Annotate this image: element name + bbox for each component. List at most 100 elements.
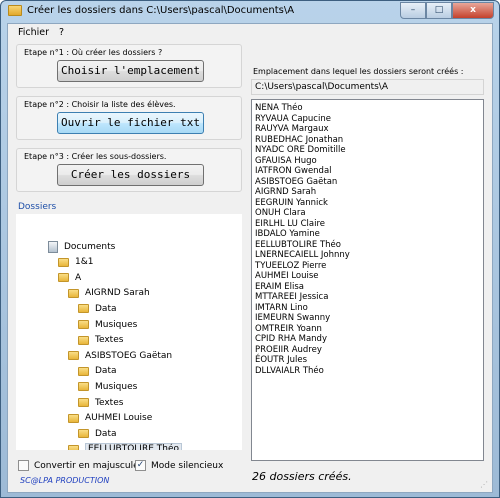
maximize-button[interactable]: □ [426,2,452,19]
tree-node[interactable]: Data [78,364,117,379]
location-path-field: C:\Users\pascal\Documents\A [251,79,484,95]
step-1-label: Etape n°1 : Où créer les dossiers ? [24,48,163,57]
documents-icon [48,240,58,253]
tree-node[interactable]: Musiques [78,379,137,394]
tree-node-label: Textes [95,397,124,408]
list-item: CPID RHA Mandy [255,334,327,344]
list-item: IBDALO Yamine [255,229,320,239]
tree-node[interactable]: Musiques [78,317,137,332]
menu-bar: Fichier ? [8,24,492,41]
list-item: NYADC ORE Domitille [255,145,346,155]
tree-node[interactable]: Data [78,301,117,316]
list-item: ÉOUTR Jules [255,355,307,365]
tree-node-label: EELLUBTOLIRE Théo [85,443,183,450]
list-item: RAUYVA Margaux [255,124,329,134]
window-controls: – □ x [400,2,494,20]
list-item: NENA Théo [255,103,303,113]
window-title: Créer les dossiers dans C:\Users\pascal\… [27,5,295,16]
list-item: PROEIIR Audrey [255,344,322,355]
folder-icon [58,273,69,283]
folder-icon [78,429,89,439]
tree-node[interactable]: Textes [78,395,123,410]
tree-node-label: 1&1 [75,257,94,268]
list-item: IEMEURN Swanny [255,313,331,323]
close-button[interactable]: x [452,2,494,19]
uppercase-checkbox-label: Convertir en majuscule [34,460,139,471]
tree-node[interactable]: ASIBSTOEG Gaëtan [68,348,172,363]
tree-node[interactable]: AUHMEI Louise [68,411,152,426]
step-3-group: Etape n°3 : Créer les sous-dossiers. Cré… [16,148,242,192]
folder-icon [78,398,89,407]
list-item: TYUEELOZ Pierre [255,260,327,271]
folder-icon [78,304,89,314]
folder-icon [68,413,79,423]
tree-node[interactable]: 1&1 [58,255,93,270]
tree-node-label: AUHMEI Louise [85,413,153,424]
menu-fichier[interactable]: Fichier [18,27,49,38]
tree-node-label: Data [95,366,117,377]
list-item: EELLUBTOLIRE Théo [255,239,341,250]
menu-help[interactable]: ? [59,27,64,38]
step-2-group: Etape n°2 : Choisir la liste des élèves.… [16,96,242,140]
list-item: EIRLHL LU Claire [255,218,325,229]
list-item: AIGRND Sarah [255,187,317,197]
tree-node-label: Documents [64,241,116,252]
resize-grip-icon[interactable]: ⋰ [480,480,490,490]
uppercase-checkbox[interactable] [18,460,29,471]
uppercase-option[interactable]: Convertir en majuscule [18,460,139,471]
list-item: ERAIM Elisa [255,281,305,292]
list-item: RUBEDHAC Jonathan [255,134,344,145]
student-list[interactable]: NENA Théo RYVAUA Capucine RAUYVA Margaux RU… [251,99,484,461]
silent-mode-checkbox-label: Mode silencieux [151,460,224,471]
tree-node-label: Musiques [95,381,138,392]
tree-node[interactable]: Data [78,426,117,441]
list-item: IATFRON Gwendal [255,166,332,176]
step-1-group: Etape n°1 : Où créer les dossiers ? Choi… [16,44,242,88]
folder-icon [68,351,79,361]
location-label: Emplacement dans lequel les dossiers ser… [253,67,464,76]
folder-icon [68,444,79,450]
tree-node-label: A [75,272,82,283]
production-credit: SC@LPA PRODUCTION [20,476,110,485]
tree-node[interactable]: AIGRND Sarah [68,286,150,301]
create-folders-button[interactable]: Créer les dossiers [57,164,204,186]
step-2-label: Etape n°2 : Choisir la liste des élèves. [24,100,176,109]
list-item: RYVAUA Capucine [255,113,331,124]
step-3-label: Etape n°3 : Créer les sous-dossiers. [24,152,167,161]
folders-tree-label: Dossiers [18,202,57,212]
folder-icon [68,288,79,298]
tree-node-label: Musiques [95,319,138,330]
folder-icon [78,366,89,376]
folder-app-icon [8,5,22,16]
tree-node-label: AIGRND Sarah [85,288,150,299]
list-item: ONUH Clara [255,208,306,218]
tree-node-label: Data [95,303,117,314]
list-item: MTTAREEI Jessica [255,292,329,302]
silent-mode-option[interactable]: ✓ Mode silencieux [135,460,223,471]
tree-node-label: Data [95,428,117,439]
list-item: OMTREIR Yoann [255,323,322,334]
client-area: Fichier ? Etape n°1 : Où créer les dossi… [7,23,493,493]
silent-mode-checkbox[interactable]: ✓ [135,460,146,471]
folder-icon [58,257,69,267]
folder-tree[interactable]: Documents 1&1 A AIGRND Sarah Data Musiques Tex… [16,214,242,450]
minimize-button[interactable]: – [400,2,426,19]
tree-node[interactable]: Textes [78,333,123,348]
list-item: AUHMEI Louise [255,271,319,281]
title-bar[interactable]: Créer les dossiers dans C:\Users\pascal\… [1,1,499,23]
list-item: LNERNECAIELL Johnny [255,250,350,260]
list-item: ASIBSTOEG Gaëtan [255,176,338,187]
folder-icon [78,335,89,345]
tree-node-label: ASIBSTOEG Gaëtan [85,350,173,361]
list-item: EEGRUIN Yannick [255,197,328,208]
tree-node[interactable]: EELLUBTOLIRE Théo [68,442,183,450]
open-txt-file-button[interactable]: Ouvrir le fichier txt [57,112,204,134]
choose-location-button[interactable]: Choisir l'emplacement [57,60,204,82]
list-item: GFAUISA Hugo [255,155,317,166]
tree-node[interactable]: A [58,270,81,285]
folder-icon [78,382,89,392]
tree-node[interactable]: Documents [48,239,115,254]
folder-icon [78,320,89,329]
list-item: DLLVAIALR Théo [255,365,324,376]
list-item: IMTARN Lino [255,302,308,313]
